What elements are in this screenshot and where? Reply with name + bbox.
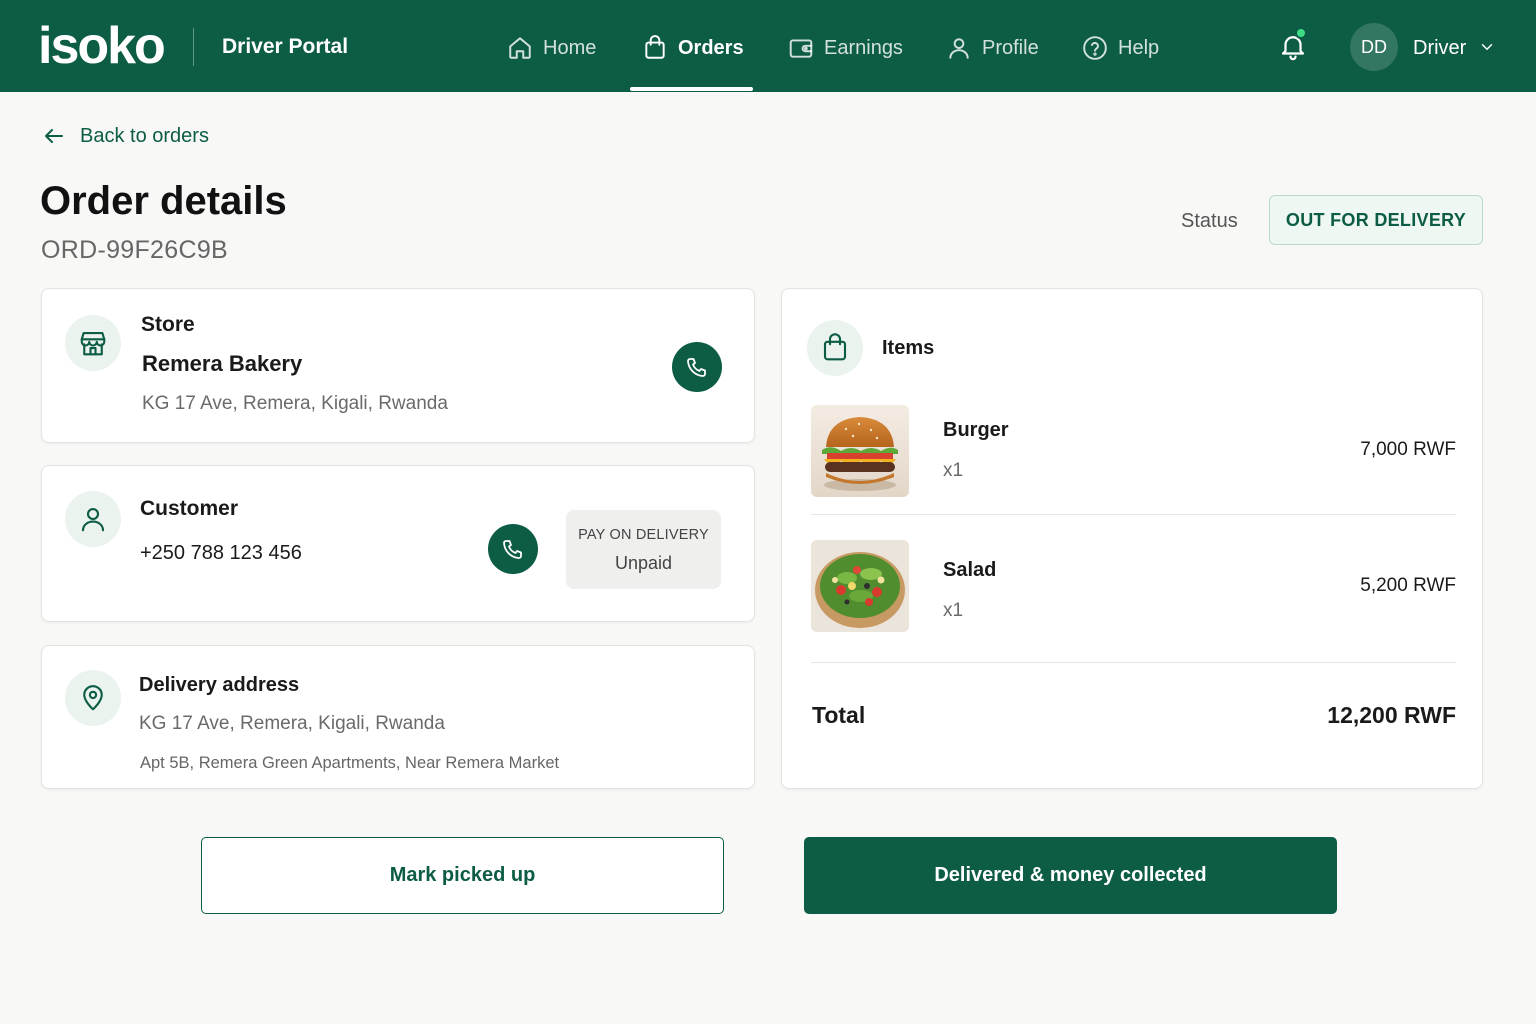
call-store-button[interactable] [672,342,722,392]
customer-icon-circle [65,491,121,547]
delivery-details: Apt 5B, Remera Green Apartments, Near Re… [140,754,560,772]
store-heading: Store [141,313,195,336]
wallet-icon [789,39,813,58]
back-to-orders-link[interactable]: Back to orders [42,124,209,148]
status-badge: OUT FOR DELIVERY [1269,195,1483,245]
items-card: Items Burger x1 7,000 RWF Salad x1 5,200… [781,288,1483,789]
phone-icon [687,358,706,377]
delivered-money-collected-button[interactable]: Delivered & money collected [804,837,1337,914]
store-icon-circle [65,315,121,371]
user-icon [81,507,105,532]
portal-title: Driver Portal [222,35,349,58]
burger-image [811,405,909,497]
shopping-bag-icon [823,333,847,361]
store-icon [80,331,106,356]
order-id: ORD-99F26C9B [41,236,228,264]
chevron-down-icon[interactable] [1478,38,1496,56]
delivery-heading: Delivery address [139,674,300,696]
nav-item-label: Orders [678,36,744,59]
nav-item-label: Home [543,36,597,59]
store-card: Store Remera Bakery KG 17 Ave, Remera, K… [41,288,755,443]
payment-status: Unpaid [614,553,673,573]
active-tab-indicator [630,87,753,91]
arrow-left-icon [45,129,63,143]
customer-heading: Customer [140,497,239,520]
avatar[interactable]: DD [1350,23,1398,71]
location-icon-circle [65,670,121,726]
delivery-address-card: Delivery address KG 17 Ave, Remera, Kiga… [41,645,755,789]
store-address: KG 17 Ave, Remera, Kigali, Rwanda [142,393,448,414]
nav-item-label: Profile [982,36,1039,59]
user-menu-name[interactable]: Driver [1413,35,1466,61]
call-customer-button[interactable] [488,524,538,574]
nav-item-label: Help [1118,36,1160,59]
payment-method: PAY ON DELIVERY [578,527,709,543]
item-qty: x1 [943,600,964,621]
help-circle-icon [1083,36,1107,60]
mark-picked-up-button[interactable]: Mark picked up [201,837,724,914]
items-heading: Items [882,337,935,359]
customer-phone: +250 788 123 456 [140,542,302,564]
isoko-logo[interactable]: isoko [38,16,166,76]
total-label: Total [812,702,866,728]
back-label: Back to orders [80,124,209,147]
nav-item-orders[interactable]: Orders [642,26,744,70]
delivery-address: KG 17 Ave, Remera, Kigali, Rwanda [139,713,445,734]
item-qty: x1 [943,460,964,481]
page-title: Order details [40,179,287,223]
map-pin-icon [83,685,103,711]
phone-icon [503,540,522,559]
total-value: 12,200 RWF [1327,702,1456,728]
status-label: Status [1181,210,1238,232]
top-navigation-bar: isoko Driver Portal Home Orders Earnings… [0,0,1536,92]
user-icon [949,38,969,59]
nav-item-earnings[interactable]: Earnings [788,26,903,70]
nav-item-home[interactable]: Home [507,26,596,70]
customer-card: Customer +250 788 123 456 PAY ON DELIVER… [41,465,755,622]
item-name: Salad [943,559,997,581]
store-name: Remera Bakery [142,351,303,376]
items-icon-circle [807,320,863,376]
item-name: Burger [943,419,1009,441]
divider [811,514,1456,515]
item-price: 7,000 RWF [1360,439,1456,460]
item-price: 5,200 RWF [1360,575,1456,596]
divider [811,662,1456,663]
notification-dot [1295,27,1307,39]
nav-item-help[interactable]: Help [1082,26,1159,70]
nav-item-label: Earnings [824,36,903,59]
salad-image [811,540,909,632]
header-divider [193,28,194,66]
nav-item-profile[interactable]: Profile [946,26,1039,70]
payment-info-box: PAY ON DELIVERY Unpaid [566,510,721,589]
shopping-bag-icon [645,35,665,59]
home-icon [509,37,531,59]
